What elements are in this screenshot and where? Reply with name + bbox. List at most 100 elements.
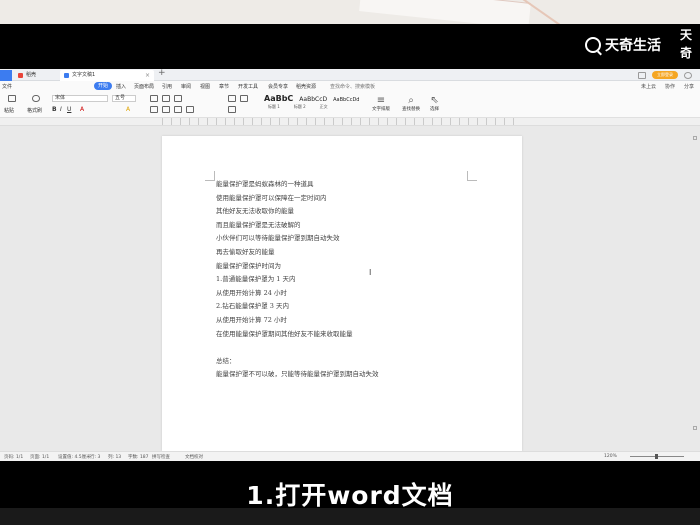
font-color-button[interactable]: A [80,106,84,113]
login-button[interactable]: 立即登录 [652,71,678,79]
select-button[interactable]: ⇖ 选择 [430,95,439,112]
align-center-icon[interactable] [162,106,170,113]
status-section: 设置值: 4.5厘米 [58,455,91,460]
document-line[interactable]: 能量保护罩保护时间为 [216,260,379,274]
number-list-icon[interactable] [162,95,170,102]
menu-view[interactable]: 视图 [200,83,210,90]
italic-button[interactable]: I [60,106,62,113]
wps-window: 稻壳 文字文稿1 × + 立即登录 文件 开始 插入 页面布局 引用 审阅 视图… [0,68,700,461]
menu-developer[interactable]: 开发工具 [238,83,258,90]
menu-home[interactable]: 开始 [94,82,113,90]
text-layout-button[interactable]: ≡ 文字排版 [372,95,390,112]
app-menu-tab[interactable] [0,70,12,81]
font-size-select[interactable]: 五号 [112,95,136,102]
window-controls: 立即登录 [638,71,692,79]
document-line[interactable]: 在使用能量保护罩期间其他好友不能来收取能量 [216,328,379,342]
document-line[interactable]: 其他好友无法收取你的能量 [216,205,379,219]
menu-file[interactable]: 文件 [2,83,12,90]
text-layout-icon: ≡ [376,95,386,106]
style-label: 标题 2 [293,104,306,109]
menu-docer[interactable]: 稻壳资源 [296,83,316,90]
command-search[interactable]: 查找命令、搜索模板 [330,83,375,90]
brand-name: 天奇生活 [605,38,661,54]
style-body[interactable]: AaBbCcDd [333,97,359,103]
font-select[interactable]: 宋体 [52,95,108,102]
paste-button[interactable]: 粘贴 [4,107,14,114]
menu-layout[interactable]: 页面布局 [134,83,154,90]
menu-section[interactable]: 章节 [219,83,229,90]
menu-member[interactable]: 会员专享 [268,83,288,90]
tab-label: 稻壳 [26,72,37,78]
status-bar: 页码: 1/1 页面: 1/1 设置值: 4.5厘米 行: 3 列: 13 字数… [0,451,700,461]
line-spacing-icon[interactable] [228,95,236,102]
find-replace-button[interactable]: ⌕ 查找替换 [402,95,420,112]
background-desk [0,0,700,50]
menu-bar: 文件 开始 插入 页面布局 引用 审阅 视图 章节 开发工具 会员专享 稻壳资源… [0,81,700,92]
document-line[interactable]: 能量保护罩不可以破，只能等待能量保护罩到期自动失效 [216,368,379,382]
document-line[interactable]: 能量保护罩是蚂蚁森林的一种道具 [216,178,379,192]
scroll-down-icon[interactable] [693,426,697,430]
status-words[interactable]: 字数: 187 [128,454,149,460]
underline-button[interactable]: U [67,106,71,113]
close-icon[interactable]: × [145,70,150,81]
add-tab-icon[interactable]: + [158,68,166,78]
style-label: 正文 [319,104,328,109]
tab-docer[interactable]: 稻壳 [14,70,60,81]
document-line[interactable]: 2.钻石能量保护罩 3 天内 [216,300,379,314]
paste-icon[interactable] [8,95,16,102]
search-icon [585,37,601,53]
document-body[interactable]: 能量保护罩是蚂蚁森林的一种道具 使用能量保护罩可以保障在一定时间内 其他好友无法收取… [216,178,379,382]
format-painter-button[interactable]: 格式刷 [27,107,42,114]
tab-document[interactable]: 文字文稿1 × [60,70,154,81]
tool-label: 查找替换 [402,107,420,112]
document-line[interactable] [216,341,379,355]
align-right-icon[interactable] [174,106,182,113]
text-cursor-icon: I [369,268,372,277]
status-row: 行: 3 [90,455,101,460]
document-line[interactable]: 从使用开始计算 24 小时 [216,287,379,301]
indent-icon[interactable] [174,95,182,102]
status-page: 页码: 1/1 [4,455,24,460]
spell-check-toggle[interactable]: 拼写检查 [152,454,170,460]
document-workspace: 能量保护罩是蚂蚁森林的一种道具 使用能量保护罩可以保障在一定时间内 其他好友无法收取… [0,126,700,451]
proofread-button[interactable]: 文档校对 [185,454,203,460]
doc-icon [64,73,69,78]
document-page[interactable]: 能量保护罩是蚂蚁森林的一种道具 使用能量保护罩可以保障在一定时间内 其他好友无法收取… [162,136,522,451]
collab-button[interactable]: 协作 [665,83,675,90]
align-left-icon[interactable] [150,106,158,113]
ruler-scale [162,118,522,125]
document-line[interactable]: 总结： [216,355,379,369]
avatar-icon[interactable] [684,71,692,79]
menu-review[interactable]: 审阅 [181,83,191,90]
document-line[interactable]: 使用能量保护罩可以保障在一定时间内 [216,192,379,206]
cloud-status[interactable]: 未上云 [641,83,656,90]
zoom-slider-handle[interactable] [655,454,658,459]
document-line[interactable]: 而且能量保护罩是无法破解的 [216,219,379,233]
zoom-level[interactable]: 120% [604,454,617,459]
horizontal-ruler[interactable] [0,118,700,126]
menu-insert[interactable]: 插入 [116,83,126,90]
tab-label: 文字文稿1 [72,72,96,78]
border-icon[interactable] [240,95,248,102]
style-label: 标题 1 [268,104,280,109]
bold-button[interactable]: B [52,106,57,113]
style-heading1[interactable]: AaBbC [264,94,293,103]
style-heading2[interactable]: AaBbCcD [299,96,327,103]
format-painter-icon[interactable] [32,95,40,102]
scroll-up-icon[interactable] [693,136,697,140]
menu-references[interactable]: 引用 [162,83,172,90]
bullet-list-icon[interactable] [150,95,158,102]
window-layout-icon[interactable] [638,71,646,79]
vertical-scrollbar[interactable] [693,136,697,446]
document-line[interactable]: 再去偷取好友的能量 [216,246,379,260]
document-line[interactable]: 从使用开始计算 72 小时 [216,314,379,328]
document-line[interactable]: 1.普通能量保护罩为 1 天内 [216,273,379,287]
shading-icon[interactable] [228,106,236,113]
menu-right: 未上云 协作 分享 [641,83,694,90]
tool-label: 文字排版 [372,107,390,112]
highlight-button[interactable]: A [126,106,130,113]
document-line[interactable]: 小伙伴们可以等待能量保护罩到期自动失效 [216,232,379,246]
share-button[interactable]: 分享 [684,83,694,90]
pointer-icon: ⇖ [430,95,439,106]
justify-icon[interactable] [186,106,194,113]
